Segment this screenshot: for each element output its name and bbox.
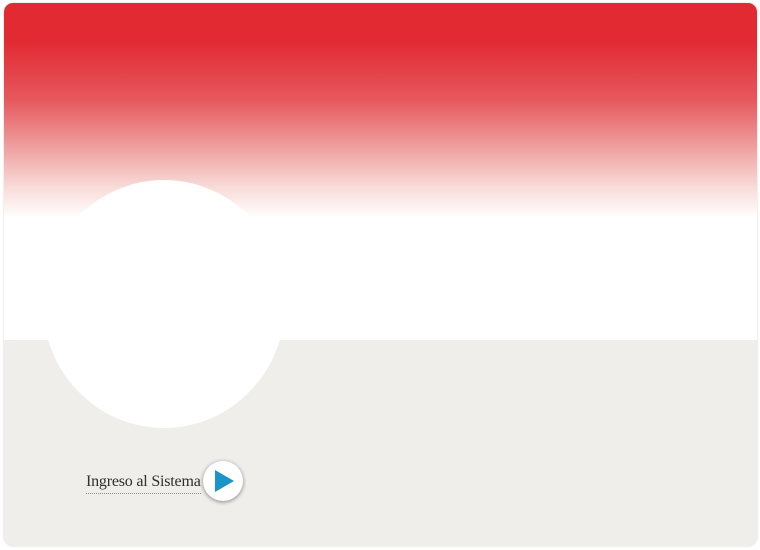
system-login-label[interactable]: Ingreso al Sistema bbox=[86, 473, 201, 494]
login-panel: Ingreso al Sistema bbox=[4, 3, 757, 546]
play-arrow-icon bbox=[215, 470, 235, 492]
system-login-link[interactable]: Ingreso al Sistema bbox=[86, 461, 243, 501]
system-login-button[interactable] bbox=[202, 461, 243, 501]
white-circle-decoration bbox=[43, 180, 285, 428]
red-gradient-header bbox=[4, 3, 757, 218]
